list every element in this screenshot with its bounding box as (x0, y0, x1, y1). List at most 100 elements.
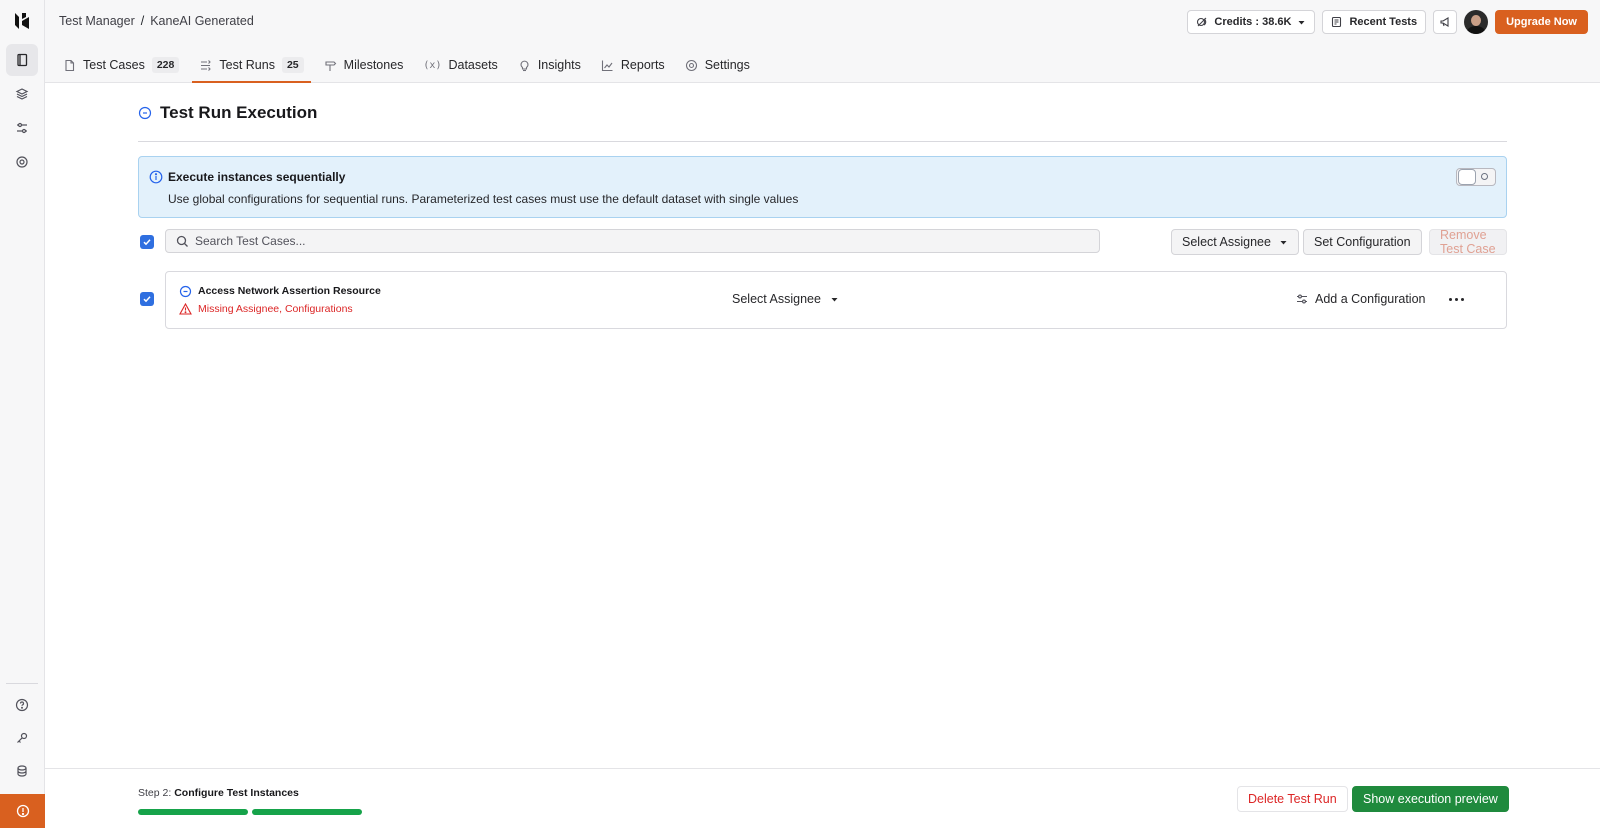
tab-reports[interactable]: Reports (591, 47, 675, 83)
main-tabs: Test Cases 228 Test Runs 25 Milestones (… (53, 47, 760, 83)
search-icon (176, 235, 189, 248)
tab-label: Datasets (448, 58, 498, 72)
layers-icon (15, 87, 29, 101)
tab-label: Reports (620, 58, 665, 72)
caret-down-icon (830, 295, 839, 304)
lightbulb-icon (518, 59, 531, 72)
rail-help-button[interactable] (6, 689, 38, 721)
clock-circle-icon (138, 106, 152, 120)
tab-label: Milestones (343, 58, 404, 72)
select-all-checkbox[interactable] (140, 235, 154, 249)
tab-settings[interactable]: Settings (675, 47, 760, 83)
info-banner-description: Use global configurations for sequential… (168, 192, 799, 206)
lambdatest-logo[interactable] (12, 11, 32, 31)
footer-bar: Step 2: Configure Test Instances Delete … (45, 768, 1600, 828)
book-icon (15, 53, 29, 67)
delete-test-run-button[interactable]: Delete Test Run (1237, 786, 1348, 812)
select-assignee-label: Select Assignee (1182, 235, 1271, 249)
breadcrumb-current[interactable]: KaneAI Generated (150, 14, 254, 28)
toggle-knob (1458, 169, 1476, 185)
megaphone-icon (1439, 16, 1451, 28)
breadcrumb: Test Manager / KaneAI Generated (59, 14, 254, 28)
step-progress (138, 809, 362, 815)
support-icon (16, 804, 30, 818)
tab-label: Settings (704, 58, 750, 72)
tab-label: Test Cases (83, 58, 145, 72)
remove-test-case-button[interactable]: Remove Test Case (1429, 228, 1507, 256)
set-configuration-button[interactable]: Set Configuration (1303, 229, 1422, 255)
tab-milestones[interactable]: Milestones (314, 47, 414, 83)
tab-insights[interactable]: Insights (508, 47, 591, 83)
search-box (165, 229, 1100, 253)
caret-down-icon (1279, 238, 1288, 247)
tab-count-badge: 228 (151, 57, 180, 73)
step-name: Configure Test Instances (174, 787, 299, 799)
info-banner-heading: Execute instances sequentially (168, 170, 346, 184)
page-title-text: Test Run Execution (160, 103, 318, 122)
announcements-button[interactable] (1433, 10, 1458, 34)
key-icon (15, 731, 29, 745)
more-options-icon[interactable] (1449, 298, 1464, 301)
gear-icon (15, 155, 29, 169)
toolbar-row: Select Assignee Set Configuration Remove… (138, 228, 1507, 256)
rail-divider (6, 683, 38, 684)
rail-settings-button[interactable] (6, 146, 38, 178)
show-execution-preview-button[interactable]: Show execution preview (1352, 786, 1509, 812)
select-assignee-dropdown[interactable]: Select Assignee (1171, 229, 1299, 255)
add-configuration-button[interactable]: Add a Configuration (1296, 292, 1426, 306)
rail-test-manager-button[interactable] (6, 44, 38, 76)
top-header: Test Manager / KaneAI Generated Credits … (45, 0, 1600, 83)
chart-icon (601, 59, 614, 72)
progress-segment-1 (138, 809, 248, 815)
info-icon (149, 170, 163, 184)
recent-tests-label: Recent Tests (1349, 16, 1418, 28)
test-case-assignee-dropdown[interactable]: Select Assignee (732, 292, 839, 306)
test-case-checkbox[interactable] (140, 292, 154, 306)
help-circle-icon (15, 698, 29, 712)
dataset-icon: (x) (423, 59, 442, 71)
rail-key-button[interactable] (6, 722, 38, 754)
tab-datasets[interactable]: (x) Datasets (413, 47, 507, 83)
tab-test-cases[interactable]: Test Cases 228 (53, 47, 189, 83)
milestone-icon (324, 59, 337, 72)
test-case-card: Access Network Assertion Resource Missin… (165, 271, 1507, 329)
breadcrumb-separator: / (140, 14, 145, 28)
tab-test-runs[interactable]: Test Runs 25 (189, 47, 313, 83)
tab-label: Test Runs (219, 58, 275, 72)
credits-dropdown[interactable]: Credits : 38.6K (1187, 10, 1316, 34)
tab-label: Insights (537, 58, 581, 72)
rail-integrations-button[interactable] (6, 755, 38, 787)
rail-layers-button[interactable] (6, 78, 38, 110)
test-run-icon (199, 59, 212, 72)
test-case-name[interactable]: Access Network Assertion Resource (198, 285, 381, 297)
assignee-label: Select Assignee (732, 292, 821, 306)
progress-segment-2 (252, 809, 362, 815)
upgrade-now-button[interactable]: Upgrade Now (1495, 10, 1588, 34)
rail-sliders-button[interactable] (6, 112, 38, 144)
test-case-row: Access Network Assertion Resource Missin… (138, 271, 1507, 329)
coins-icon (15, 764, 29, 778)
sliders-icon (15, 121, 29, 135)
credits-label: Credits : 38.6K (1214, 16, 1292, 28)
sliders-icon (1296, 293, 1308, 305)
document-list-icon (1331, 16, 1343, 28)
add-configuration-label: Add a Configuration (1315, 292, 1426, 306)
main-content: Test Run Execution Execute instances seq… (45, 83, 1600, 768)
gear-icon (685, 59, 698, 72)
test-case-icon (63, 59, 76, 72)
user-avatar[interactable] (1464, 10, 1489, 34)
recent-tests-button[interactable]: Recent Tests (1322, 10, 1427, 34)
credits-icon (1196, 16, 1208, 28)
page-title: Test Run Execution (138, 103, 317, 123)
search-input[interactable] (195, 232, 1075, 250)
step-indicator: Step 2: Configure Test Instances (138, 787, 299, 799)
toggle-off-indicator (1481, 173, 1488, 180)
status-circle-icon (179, 285, 192, 298)
title-divider (138, 141, 1507, 142)
caret-down-icon (1297, 18, 1306, 27)
step-prefix: Step 2: (138, 787, 172, 799)
breadcrumb-root[interactable]: Test Manager (59, 14, 135, 28)
info-banner: Execute instances sequentially Use globa… (138, 156, 1507, 218)
rail-support-button[interactable] (0, 794, 45, 828)
sequential-toggle[interactable] (1456, 168, 1496, 186)
